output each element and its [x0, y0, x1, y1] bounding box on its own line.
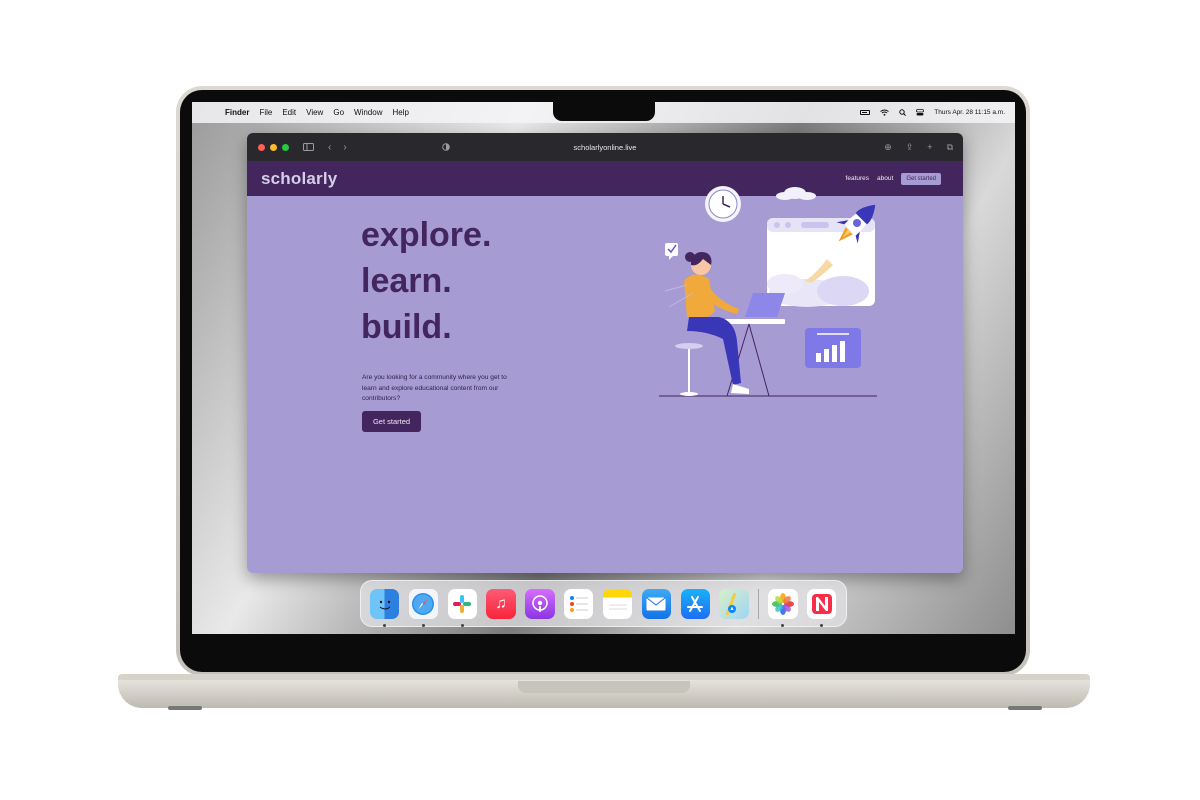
music-icon[interactable]: ♫ [486, 588, 516, 619]
address-bar[interactable]: scholarlyonline.live [574, 143, 637, 152]
new-tab-icon[interactable]: + [927, 142, 932, 153]
wifi-icon[interactable] [880, 109, 890, 116]
safari-icon[interactable] [408, 588, 439, 627]
hero-illustration [659, 186, 877, 397]
site-logo[interactable]: scholarly [261, 169, 337, 189]
bar-chart-card-illustration [805, 328, 861, 368]
clock-illustration [705, 186, 741, 222]
zoom-window-button[interactable] [282, 143, 289, 151]
laptop-foot [168, 706, 202, 710]
control-center-icon[interactable] [916, 109, 925, 116]
hero-description: Are you looking for a community where yo… [362, 374, 507, 402]
menu-clock[interactable]: Thurs Apr. 28 11:15 a.m. [934, 109, 1005, 116]
mail-icon[interactable] [641, 588, 672, 619]
news-icon[interactable] [807, 588, 837, 627]
nav-get-started-button[interactable]: Get started [901, 172, 941, 185]
cloud-illustration [776, 187, 816, 200]
share-icon[interactable]: ⇪ [906, 142, 914, 153]
desktop-screen: Finder File Edit View Go Window Help Thu… [192, 102, 1015, 634]
camera-notch [553, 100, 655, 121]
menu-window[interactable]: Window [354, 108, 382, 117]
menu-help[interactable]: Help [392, 108, 408, 117]
menu-file[interactable]: File [259, 108, 272, 117]
hero-get-started-button[interactable]: Get started [362, 411, 421, 432]
forward-chevron-icon[interactable]: › [343, 142, 346, 153]
lid-opening-groove [518, 681, 690, 693]
checkmark-bubble-illustration [665, 243, 678, 260]
dock-separator [758, 588, 760, 619]
browser-window: ‹ › scholarlyonline.live ⊕ ⇪ + ⧉ scholar… [247, 133, 963, 573]
reminders-icon[interactable] [564, 588, 594, 619]
menu-view[interactable]: View [306, 108, 323, 117]
downloads-icon[interactable]: ⊕ [884, 142, 892, 153]
photos-icon[interactable] [768, 588, 798, 627]
hero-headline-build: build. [361, 308, 452, 346]
browser-toolbar-actions: ⊕ ⇪ + ⧉ [884, 142, 953, 153]
hero-headline-explore: explore. [361, 216, 492, 254]
maps-icon[interactable] [719, 588, 749, 619]
menu-go[interactable]: Go [333, 108, 344, 117]
app-store-icon[interactable] [680, 588, 710, 619]
menu-app-name[interactable]: Finder [225, 108, 249, 117]
laptop-foot [1008, 706, 1042, 710]
website: scholarly features about Get started exp… [247, 161, 963, 573]
menu-edit[interactable]: Edit [282, 108, 296, 117]
menu-status-area: Thurs Apr. 28 11:15 a.m. [860, 109, 1005, 116]
podcasts-icon[interactable] [525, 588, 555, 619]
close-window-button[interactable] [258, 143, 265, 151]
back-chevron-icon[interactable]: ‹ [328, 142, 331, 153]
browser-toolbar: ‹ › scholarlyonline.live ⊕ ⇪ + ⧉ [247, 133, 963, 161]
finder-icon[interactable] [370, 588, 400, 627]
tab-overview-icon[interactable]: ⧉ [947, 142, 953, 153]
slack-icon[interactable] [447, 588, 477, 627]
laptop: Finder File Edit View Go Window Help Thu… [0, 0, 1200, 800]
privacy-shield-icon[interactable] [442, 143, 450, 151]
notes-icon[interactable] [602, 588, 633, 619]
sidebar-toggle-icon[interactable] [303, 143, 314, 151]
spotlight-search-icon[interactable] [899, 109, 907, 116]
dock: ♫ [360, 580, 847, 627]
battery-icon[interactable] [860, 110, 871, 115]
minimize-window-button[interactable] [270, 143, 277, 151]
hero-headline-learn: learn. [361, 262, 452, 300]
